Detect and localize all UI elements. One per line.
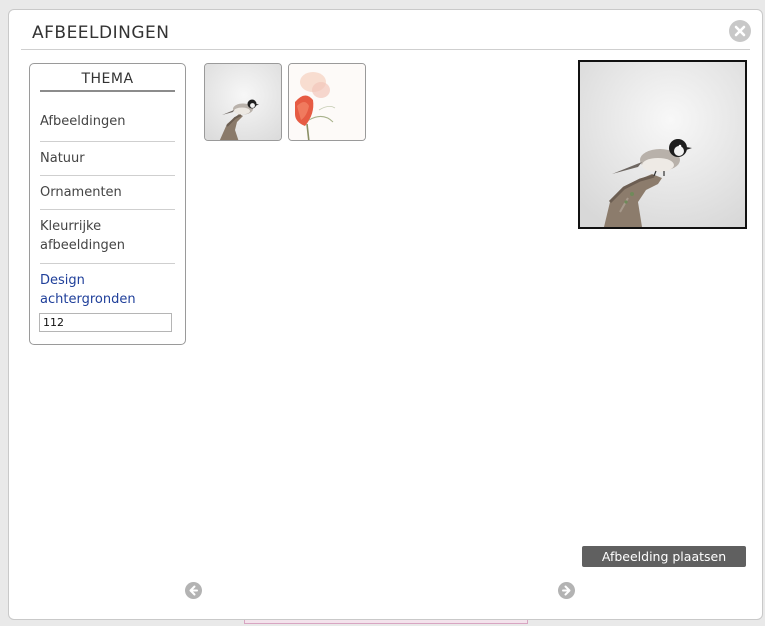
arrow-right-circle-icon[interactable] xyxy=(558,582,575,599)
theme-item-kleurrijke-afbeeldingen[interactable]: Kleurrijke afbeeldingen xyxy=(40,210,175,264)
theme-item-design-achtergronden[interactable]: Design achtergronden xyxy=(40,264,175,309)
image-dialog: AFBEELDINGEN THEMA Afbeeldingen Natuur O… xyxy=(8,9,763,620)
title-divider xyxy=(21,49,750,50)
theme-menu: Afbeeldingen Natuur Ornamenten Kleurrijk… xyxy=(30,92,185,309)
theme-item-natuur[interactable]: Natuur xyxy=(40,142,175,176)
place-image-button[interactable]: Afbeelding plaatsen xyxy=(582,546,746,567)
theme-heading: THEMA xyxy=(81,71,134,87)
image-preview xyxy=(578,60,747,229)
close-icon[interactable] xyxy=(729,20,751,42)
arrow-left-circle-icon[interactable] xyxy=(185,582,202,599)
theme-search-input[interactable] xyxy=(39,313,172,332)
theme-panel: THEMA Afbeeldingen Natuur Ornamenten Kle… xyxy=(29,63,186,345)
thumbnail-chickadee[interactable] xyxy=(204,63,282,141)
theme-item-afbeeldingen[interactable]: Afbeeldingen xyxy=(40,92,175,142)
dialog-title: AFBEELDINGEN xyxy=(32,23,170,43)
thumbnail-rose[interactable] xyxy=(288,63,366,141)
theme-item-ornamenten[interactable]: Ornamenten xyxy=(40,176,175,210)
